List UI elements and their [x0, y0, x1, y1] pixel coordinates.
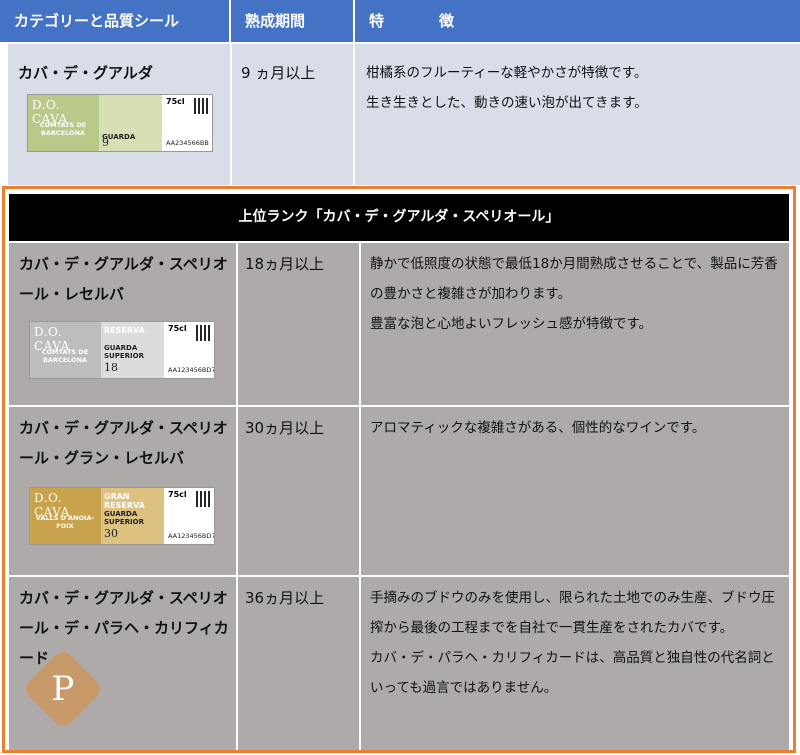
aging-period: 30ヵ月以上	[245, 419, 325, 437]
features-text: 静かで低照度の状態で最低18か月間熟成させることで、製品に芳香の豊かさと複雑さが…	[370, 256, 778, 332]
category-name: カバ・デ・グアルダ・スペリオール・グラン・レセルバ	[19, 419, 228, 467]
features-text: アロマティックな複雑さがある、個性的なワインです。	[370, 420, 706, 436]
table-row-paraje-calificado: カバ・デ・グアルダ・スペリオール・デ・パラヘ・カリフィカード 36ヵ月以上 手摘…	[9, 577, 789, 750]
category-name: カバ・デ・グアルダ・スペリオール・レセルバ	[19, 255, 228, 303]
header-aging: 熟成期間	[231, 0, 355, 42]
quality-seal-reserva: D.O. CAVA COMTATS DE BARCELONA RESERVA G…	[29, 321, 215, 379]
header-category: カテゴリーと品質シール	[0, 0, 231, 42]
qr-code-icon	[194, 98, 210, 114]
table-row-reserva: カバ・デ・グアルダ・スペリオール・レセルバ 18ヵ月以上 静かで低照度の状態で最…	[9, 243, 789, 405]
features-text: 柑橘系のフルーティーな軽やかさが特徴です。 生き生きとした、動きの速い泡が出てき…	[366, 65, 648, 111]
quality-seal-gran-reserva: D.O. CAVA VALLS D'ANOIA-FOIX GRAN RESERV…	[29, 487, 215, 545]
aging-period: 36ヵ月以上	[245, 589, 325, 607]
qr-code-icon	[196, 491, 212, 507]
aging-period: 9 ヵ月以上	[241, 64, 316, 82]
seal-letter: P	[51, 669, 75, 709]
table-header: カテゴリーと品質シール 熟成期間 特 徴	[0, 0, 800, 42]
table-row-gran-reserva: カバ・デ・グアルダ・スペリオール・グラン・レセルバ 30ヵ月以上 アロマティック…	[9, 407, 789, 575]
superior-rank-frame: 上位ランク「カバ・デ・グアルダ・スペリオール」 カバ・デ・グアルダ・スペリオール…	[2, 186, 796, 753]
header-features: 特 徴	[355, 0, 800, 42]
aging-period: 18ヵ月以上	[245, 255, 325, 273]
table-row-guarda: カバ・デ・グアルダ 9 ヵ月以上 柑橘系のフルーティーな軽やかさが特徴です。 生…	[8, 44, 800, 185]
qr-code-icon	[196, 325, 212, 341]
cava-category-table: カテゴリーと品質シール 熟成期間 特 徴 カバ・デ・グアルダ 9 ヵ月以上 柑橘…	[0, 0, 800, 755]
superior-rank-title: 上位ランク「カバ・デ・グアルダ・スペリオール」	[9, 194, 789, 241]
quality-seal-guarda: D.O. CAVA COMTATS DE BARCELONA GUARDA 9 …	[27, 94, 213, 152]
features-text: 手摘みのブドウのみを使用し、限られた土地でのみ生産、ブドウ圧搾から最後の工程まで…	[370, 590, 775, 696]
